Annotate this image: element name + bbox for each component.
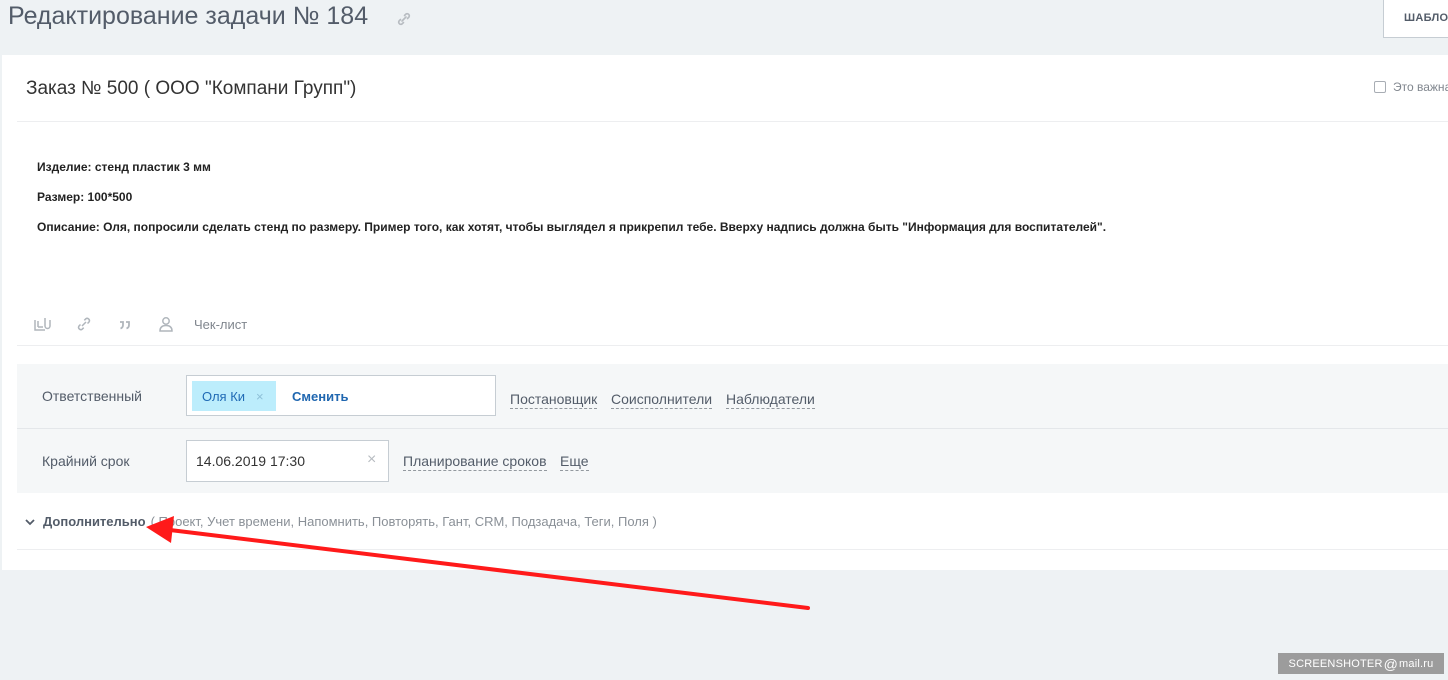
checkbox-icon[interactable] [1374,81,1386,93]
important-task-label: Это важная задача [1393,80,1448,94]
deadline-value: 14.06.2019 17:30 [196,453,305,469]
copy-link-icon[interactable] [396,12,412,26]
description-line-size[interactable]: Размер: 100*500 [37,190,132,204]
co-executors-link[interactable]: Соисполнители [611,391,713,409]
clear-deadline-icon[interactable]: × [367,451,376,469]
additional-section-toggle[interactable]: Дополнительно ( Проект, Учет времени, На… [24,514,657,529]
additional-label: Дополнительно [43,514,146,529]
link-icon[interactable] [74,315,94,333]
deadline-label: Крайний срок [42,453,130,469]
description-line-details[interactable]: Описание: Оля, попросили сделать стенд п… [37,220,1106,234]
checklist-button[interactable]: Чек-лист [194,317,247,332]
more-link[interactable]: Еще [560,453,589,471]
file-upload-icon[interactable] [33,315,53,333]
page-title: Редактирование задачи № 184 [8,2,369,30]
task-title-field[interactable]: Заказ № 500 ( ООО "Компани Групп") [26,78,356,100]
responsible-label: Ответственный [42,388,142,404]
important-task-checkbox[interactable]: Это важная задача [1374,80,1448,94]
responsible-user-chip[interactable]: Оля Ки × [192,381,276,411]
time-planning-link[interactable]: Планирование сроков [403,453,547,471]
description-line-product[interactable]: Изделие: стенд пластик 3 мм [37,160,211,174]
remove-user-icon[interactable]: × [256,389,264,404]
quote-icon[interactable] [115,315,135,333]
user-mention-icon[interactable] [156,315,176,333]
observers-link[interactable]: Наблюдатели [726,391,815,409]
editor-toolbar: Чек-лист [33,313,247,335]
divider [17,345,1448,346]
creator-link[interactable]: Постановщик [510,391,598,409]
divider [17,428,1448,429]
templates-button[interactable]: ШАБЛОНЫ [1383,0,1448,38]
additional-items-list: ( Проект, Учет времени, Напомнить, Повто… [150,514,657,529]
change-responsible-link[interactable]: Сменить [292,389,348,404]
chevron-down-icon [25,518,35,525]
screenshoter-watermark: SCREENSHOTER @ mail.ru [1278,653,1444,674]
divider [17,121,1448,122]
divider [17,549,1448,550]
responsible-user-name: Оля Ки [202,388,246,404]
